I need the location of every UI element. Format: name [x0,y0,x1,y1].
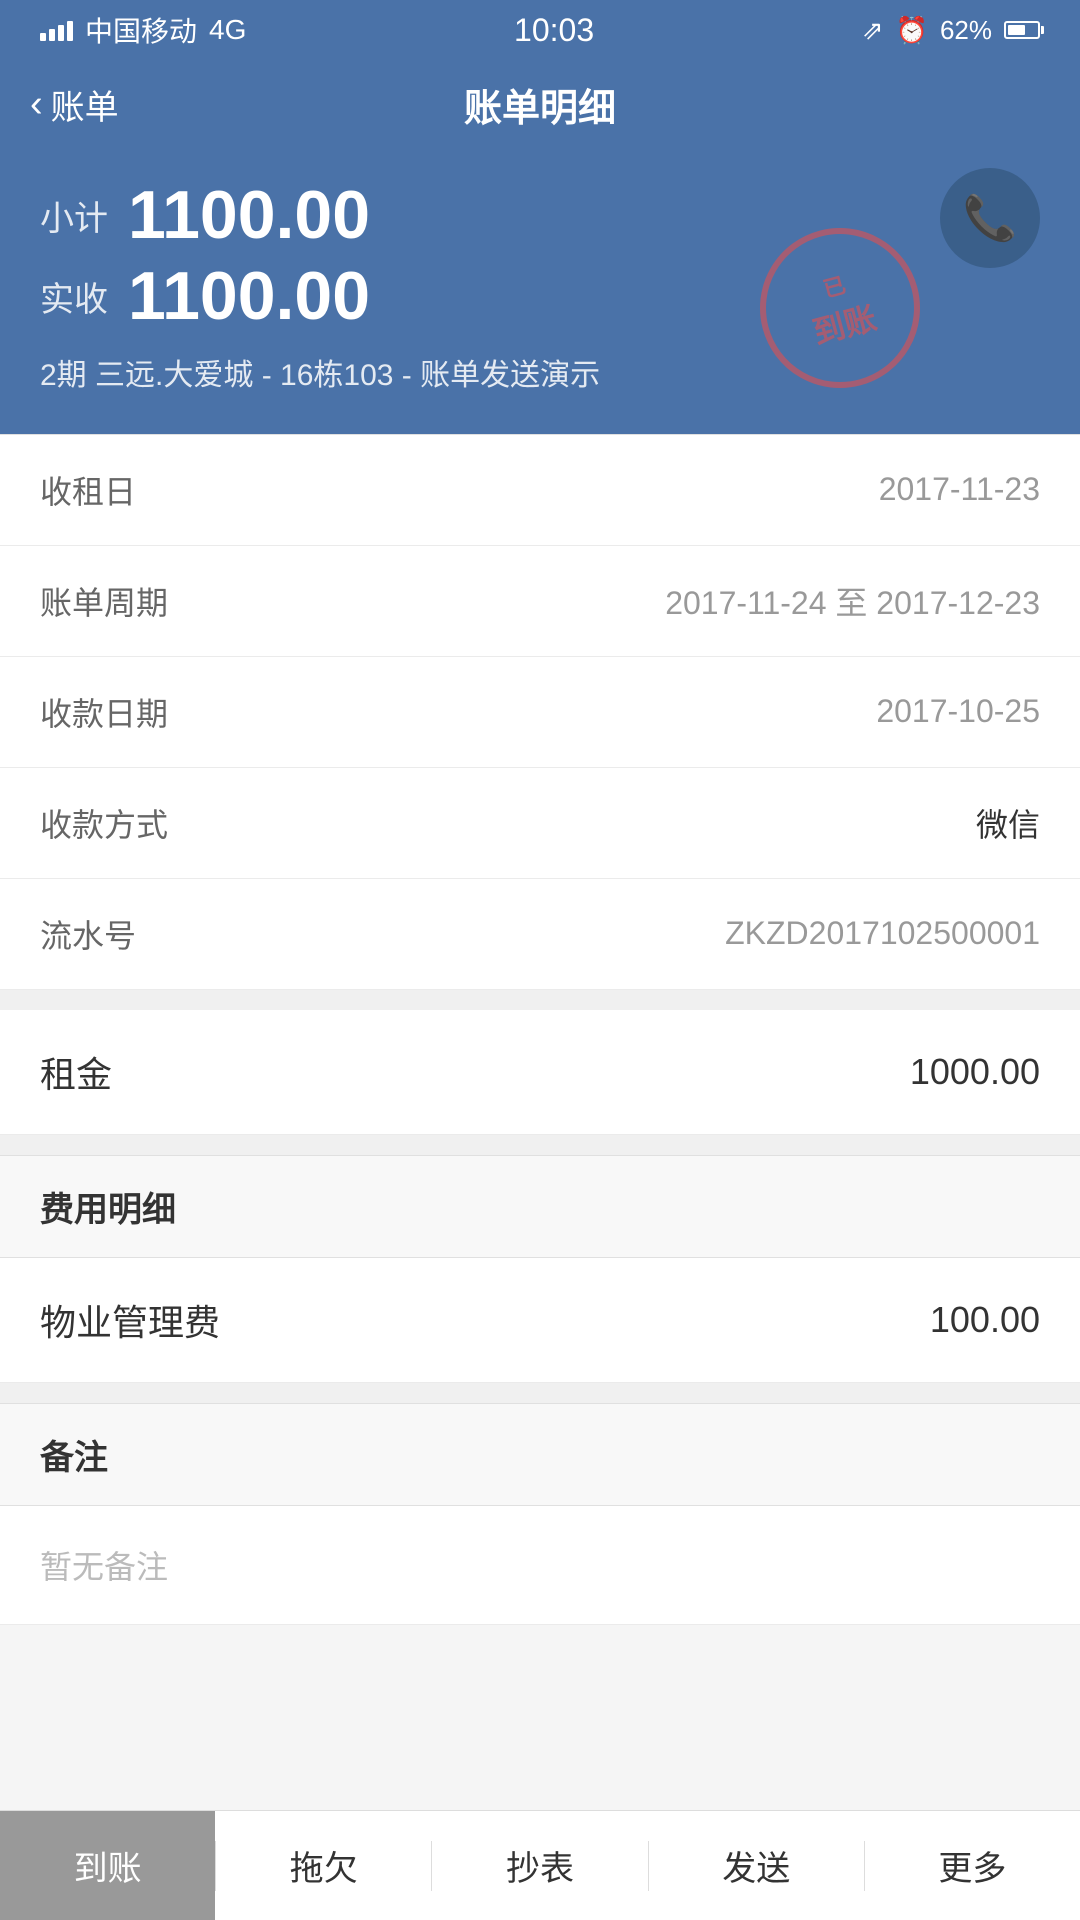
tab-item-daodang[interactable]: 到账 [0,1811,215,1920]
actual-label: 实收 [40,272,108,321]
status-bar: 中国移动 4G 10:03 ⇗ ⏰ 62% [0,0,1080,60]
remark-section-header: 备注 [0,1403,1080,1506]
time-label: 10:03 [514,12,594,49]
network-label: 4G [209,14,246,46]
detail-value-3: 微信 [976,800,1040,846]
back-button[interactable]: ‹ 账单 [30,80,119,129]
detail-value-4: ZKZD2017102500001 [725,915,1040,952]
tab-label-daodang: 到账 [74,1841,142,1890]
detail-value-2: 2017-10-25 [876,693,1040,730]
carrier-label: 中国移动 [85,10,197,50]
back-label: 账单 [51,80,119,129]
detail-label-4: 流水号 [40,911,136,957]
tab-bar: 到账 拖欠 抄表 发送 更多 [0,1810,1080,1920]
detail-row-1: 账单周期 2017-11-24 至 2017-12-23 [0,546,1080,657]
header-section: 小计 1100.00 实收 1100.00 2期 三远.大爱城 - 16栋103… [0,148,1080,434]
detail-row-4: 流水号 ZKZD2017102500001 [0,879,1080,990]
subtotal-amount: 1100.00 [128,178,370,253]
nav-bar: ‹ 账单 账单明细 [0,60,1080,148]
detail-value-0: 2017-11-23 [879,471,1040,508]
remark-empty-text: 暂无备注 [40,1549,168,1585]
status-right: ⇗ ⏰ 62% [862,15,1040,46]
battery-label: 62% [940,15,992,46]
chevron-left-icon: ‹ [30,83,43,126]
subtotal-label: 小计 [40,191,108,240]
tab-label-tuoqian: 拖欠 [290,1841,358,1890]
signal-icon [40,19,73,41]
paid-stamp: 已 到账 [760,228,920,388]
battery-icon [1004,21,1040,39]
tab-bar-spacer [0,1625,1080,1735]
remark-empty-row: 暂无备注 [0,1506,1080,1625]
stamp-circle: 已 到账 [742,210,938,406]
rent-value: 1000.00 [910,1051,1040,1093]
actual-amount: 1100.00 [128,259,370,334]
fee-item-row-0: 物业管理费 100.00 [0,1258,1080,1383]
fee-section-header: 费用明细 [0,1155,1080,1258]
detail-row-3: 收款方式 微信 [0,768,1080,879]
detail-row-2: 收款日期 2017-10-25 [0,657,1080,768]
detail-value-1: 2017-11-24 至 2017-12-23 [665,578,1040,624]
rent-item-row: 租金 1000.00 [0,1010,1080,1135]
phone-icon: 📞 [963,192,1018,244]
rent-label: 租金 [40,1046,112,1098]
detail-row-0: 收租日 2017-11-23 [0,435,1080,546]
tab-item-gengduo[interactable]: 更多 [865,1811,1080,1920]
divider-1 [0,990,1080,1010]
page-title: 账单明细 [464,77,616,132]
tab-item-chaobiao[interactable]: 抄表 [432,1811,647,1920]
detail-label-3: 收款方式 [40,800,168,846]
tab-label-fasong: 发送 [722,1841,790,1890]
divider-3 [0,1383,1080,1403]
tab-label-chaobiao: 抄表 [506,1841,574,1890]
tab-label-gengduo: 更多 [938,1841,1006,1890]
tab-item-fasong[interactable]: 发送 [649,1811,864,1920]
tab-item-tuoqian[interactable]: 拖欠 [216,1811,431,1920]
divider-2 [0,1135,1080,1155]
status-left: 中国移动 4G [40,10,246,50]
phone-button[interactable]: 📞 [940,168,1040,268]
detail-section: 收租日 2017-11-23 账单周期 2017-11-24 至 2017-12… [0,434,1080,990]
location-icon: ⇗ [862,15,884,46]
remark-section-title: 备注 [40,1439,108,1477]
detail-label-0: 收租日 [40,467,136,513]
alarm-icon: ⏰ [896,15,928,46]
detail-label-1: 账单周期 [40,578,168,624]
fee-section-title: 费用明细 [40,1191,176,1229]
fee-item-value-0: 100.00 [930,1299,1040,1341]
detail-label-2: 收款日期 [40,689,168,735]
fee-item-label-0: 物业管理费 [40,1294,220,1346]
